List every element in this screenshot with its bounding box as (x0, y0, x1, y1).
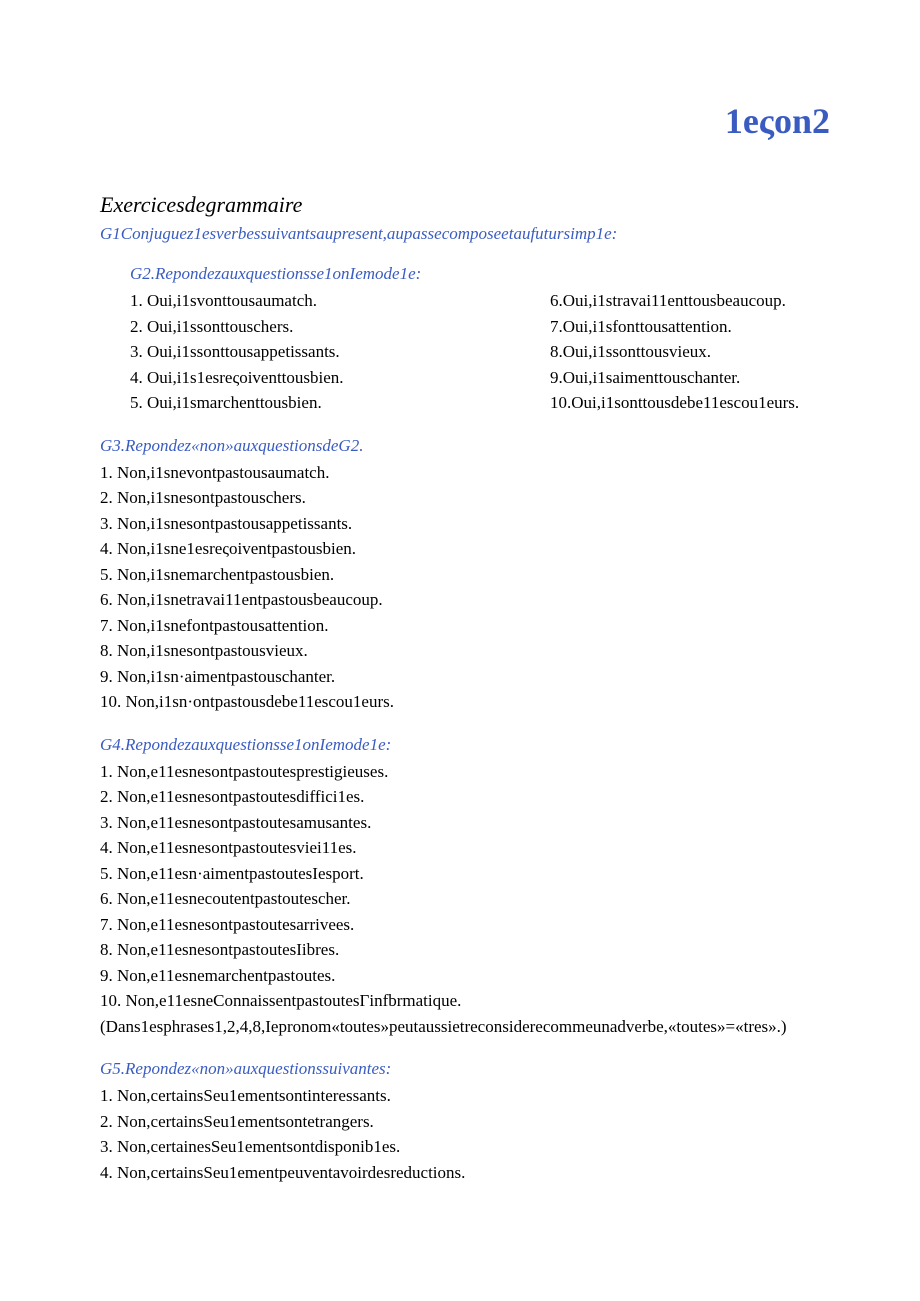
g2-title: G2.Repondezauxquestionsse1onIemode1e: (130, 264, 850, 284)
g2-block: G2.Repondezauxquestionsse1onIemode1e: 1.… (100, 264, 850, 416)
page-container: 1eςon2 Exercicesdegrammaire G1Conjuguez1… (0, 0, 920, 1225)
g4-item: 10. Non,e11esneConnaissentpastoutesΓinfb… (100, 988, 850, 1014)
g2-left-item: 4. Oui,i1s1esreςoiventtousbien. (130, 365, 550, 391)
g5-item: 4. Non,certainsSeu1ementpeuventavoirdesr… (100, 1160, 850, 1186)
g2-right-item: 7.Oui,i1sfonttousattention. (550, 314, 850, 340)
lesson-title: 1eςon2 (100, 100, 850, 142)
g3-item: 5. Non,i1snemarchentpastousbien. (100, 562, 850, 588)
g4-item: 5. Non,e11esn·aimentpastoutesIesport. (100, 861, 850, 887)
g3-item: 6. Non,i1snetravai11entpastousbeaucoup. (100, 587, 850, 613)
g2-right-item: 8.Oui,i1ssonttousvieux. (550, 339, 850, 365)
g4-item: 1. Non,e11esnesontpastoutesprestigieuses… (100, 759, 850, 785)
g5-block: G5.Repondez«non»auxquestionssuivantes: 1… (100, 1059, 850, 1185)
g5-title: G5.Repondez«non»auxquestionssuivantes: (100, 1059, 850, 1079)
g3-item: 9. Non,i1sn·aimentpastouschanter. (100, 664, 850, 690)
g3-item: 2. Non,i1snesontpastouschers. (100, 485, 850, 511)
g4-item: 4. Non,e11esnesontpastoutesviei11es. (100, 835, 850, 861)
g3-item: 8. Non,i1snesontpastousvieux. (100, 638, 850, 664)
g4-block: G4.Repondezauxquestionsse1onIemode1e: 1.… (100, 735, 850, 1040)
g4-item: 3. Non,e11esnesontpastoutesamusantes. (100, 810, 850, 836)
g2-left-item: 2. Oui,i1ssonttouschers. (130, 314, 550, 340)
g5-item: 1. Non,certainsSeu1ementsontinteressants… (100, 1083, 850, 1109)
g4-item: 2. Non,e11esnesontpastoutesdiffici1es. (100, 784, 850, 810)
g4-item: 8. Non,e11esnesontpastoutesIibres. (100, 937, 850, 963)
g1-instruction: G1Conjuguez1esverbessuivantsaupresent,au… (100, 224, 850, 244)
g4-note: (Dans1esphrases1,2,4,8,Iepronom«toutes»p… (100, 1014, 850, 1040)
g3-title: G3.Repondez«non»auxquestionsdeG2. (100, 436, 850, 456)
g3-item: 1. Non,i1snevontpastousaumatch. (100, 460, 850, 486)
g2-col-right: 6.Oui,i1stravai11enttousbeaucoup. 7.Oui,… (550, 288, 850, 416)
g5-item: 3. Non,certainesSeu1ementsontdisponib1es… (100, 1134, 850, 1160)
g2-columns: 1. Oui,i1svonttousaumatch. 2. Oui,i1sson… (130, 288, 850, 416)
g4-item: 9. Non,e11esnemarchentpastoutes. (100, 963, 850, 989)
g2-left-item: 1. Oui,i1svonttousaumatch. (130, 288, 550, 314)
g3-item: 3. Non,i1snesontpastousappetissants. (100, 511, 850, 537)
section-heading: Exercicesdegrammaire (100, 192, 850, 218)
g4-title: G4.Repondezauxquestionsse1onIemode1e: (100, 735, 850, 755)
g3-item: 10. Non,i1sn·ontpastousdebe11escou1eurs. (100, 689, 850, 715)
g4-item: 7. Non,e11esnesontpastoutesarrivees. (100, 912, 850, 938)
g2-right-item: 10.Oui,i1sonttousdebe11escou1eurs. (550, 390, 850, 416)
g2-col-left: 1. Oui,i1svonttousaumatch. 2. Oui,i1sson… (130, 288, 550, 416)
g2-right-item: 6.Oui,i1stravai11enttousbeaucoup. (550, 288, 850, 314)
g3-item: 4. Non,i1sne1esreςoiventpastousbien. (100, 536, 850, 562)
g3-block: G3.Repondez«non»auxquestionsdeG2. 1. Non… (100, 436, 850, 715)
g2-right-item: 9.Oui,i1saimenttouschanter. (550, 365, 850, 391)
g4-item: 6. Non,e11esnecoutentpastoutescher. (100, 886, 850, 912)
g5-item: 2. Non,certainsSeu1ementsontetrangers. (100, 1109, 850, 1135)
g2-left-item: 5. Oui,i1smarchenttousbien. (130, 390, 550, 416)
g2-left-item: 3. Oui,i1ssonttousappetissants. (130, 339, 550, 365)
g3-item: 7. Non,i1snefontpastousattention. (100, 613, 850, 639)
